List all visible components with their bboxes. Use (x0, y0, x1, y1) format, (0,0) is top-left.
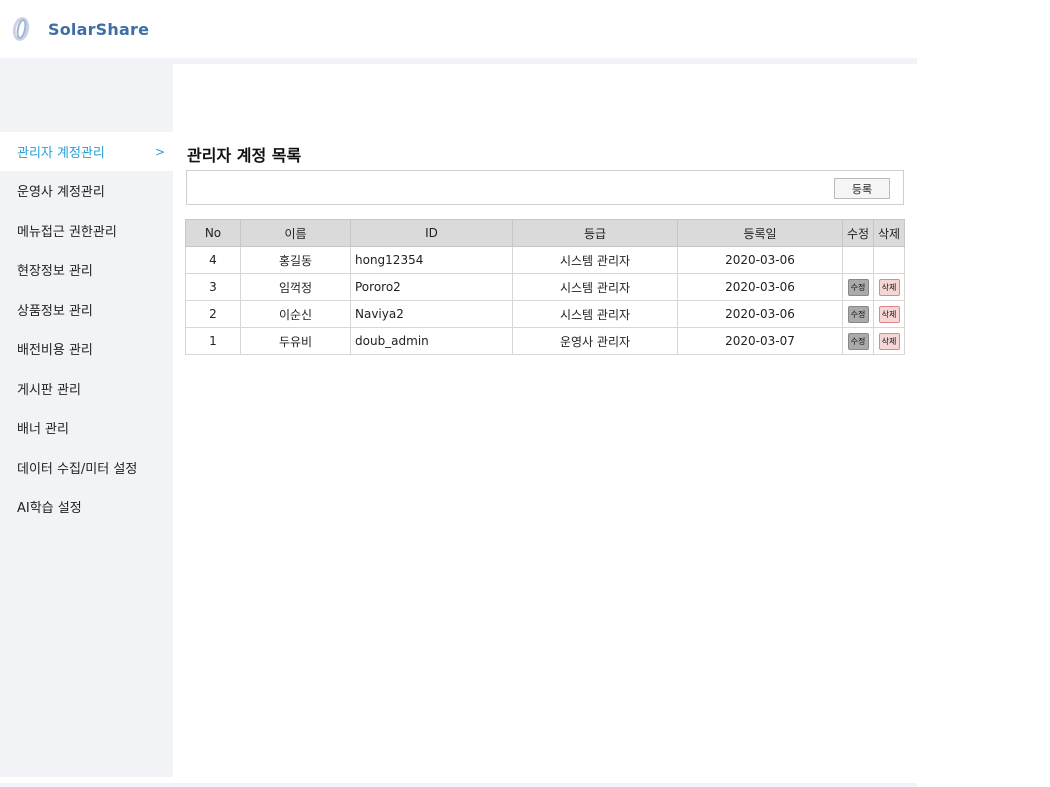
table-row[interactable]: 2 이순신 Naviya2 시스템 관리자 2020-03-06 수정 삭제 (185, 300, 905, 328)
admin-accounts-table: No 이름 ID 등급 등록일 수정 삭제 4 홍길동 hong12354 시스… (185, 219, 905, 355)
column-header-delete: 삭제 (873, 219, 905, 247)
chevron-right-icon: > (154, 144, 165, 159)
cell-date: 2020-03-06 (677, 273, 843, 301)
sidebar-item-label: 상품정보 관리 (17, 303, 93, 319)
action-bar: 등록 (186, 170, 904, 205)
cell-date: 2020-03-07 (677, 327, 843, 355)
cell-name: 두유비 (240, 327, 351, 355)
delete-button[interactable]: 삭제 (878, 278, 900, 296)
cell-name: 임꺽정 (240, 273, 351, 301)
cell-delete (873, 246, 905, 274)
column-header-id[interactable]: ID (350, 219, 513, 247)
sidebar-item-board[interactable]: 게시판 관리 (0, 369, 173, 409)
sidebar-item-banner[interactable]: 배너 관리 (0, 408, 173, 448)
sidebar-item-admin-accounts[interactable]: 관리자 계정관리 > (0, 132, 173, 171)
sidebar-item-label: 게시판 관리 (17, 382, 81, 398)
sidebar-item-data-meter[interactable]: 데이터 수집/미터 설정 (0, 448, 173, 488)
column-header-grade[interactable]: 등급 (512, 219, 678, 247)
brand-name: SolarShare (48, 19, 150, 39)
sidebar-item-label: AI학습 설정 (17, 501, 82, 517)
table-header-row: No 이름 ID 등급 등록일 수정 삭제 (185, 219, 905, 247)
sidebar-item-site-info[interactable]: 현장정보 관리 (0, 250, 173, 290)
cell-grade: 운영사 관리자 (512, 327, 678, 355)
page-title: 관리자 계정 목록 (187, 146, 302, 165)
sidebar-item-label: 관리자 계정관리 (17, 146, 105, 161)
column-header-no[interactable]: No (185, 219, 241, 247)
sidebar-item-label: 배전비용 관리 (17, 343, 93, 359)
sidebar-item-ai-training[interactable]: AI학습 설정 (0, 487, 173, 527)
table-row[interactable]: 3 임꺽정 Pororo2 시스템 관리자 2020-03-06 수정 삭제 (185, 273, 905, 301)
cell-id: Naviya2 (350, 300, 513, 328)
logo-icon (10, 15, 35, 43)
sidebar-item-label: 운영사 계정관리 (17, 185, 105, 201)
table-row[interactable]: 4 홍길동 hong12354 시스템 관리자 2020-03-06 (185, 246, 905, 274)
sidebar-item-label: 현장정보 관리 (17, 264, 93, 280)
cell-delete: 삭제 (873, 300, 905, 328)
cell-date: 2020-03-06 (677, 246, 843, 274)
cell-edit (842, 246, 874, 274)
sidebar-item-menu-permissions[interactable]: 메뉴접근 권한관리 (0, 211, 173, 251)
cell-date: 2020-03-06 (677, 300, 843, 328)
cell-id: Pororo2 (350, 273, 513, 301)
sidebar-item-distribution-cost[interactable]: 배전비용 관리 (0, 329, 173, 369)
cell-id: doub_admin (350, 327, 513, 355)
cell-delete: 삭제 (873, 327, 905, 355)
cell-no: 4 (185, 246, 241, 274)
logo[interactable]: SolarShare (10, 15, 150, 43)
sidebar-item-operator-accounts[interactable]: 운영사 계정관리 (0, 171, 173, 211)
edit-button[interactable]: 수정 (847, 278, 869, 296)
delete-button[interactable]: 삭제 (878, 305, 900, 323)
register-button[interactable]: 등록 (834, 178, 890, 199)
delete-button[interactable]: 삭제 (878, 332, 900, 350)
edit-button[interactable]: 수정 (847, 332, 869, 350)
column-header-edit: 수정 (842, 219, 874, 247)
cell-no: 1 (185, 327, 241, 355)
cell-edit: 수정 (842, 327, 874, 355)
sidebar-menu: 관리자 계정관리 > 운영사 계정관리 메뉴접근 권한관리 현장정보 관리 상품… (0, 132, 173, 527)
column-header-date[interactable]: 등록일 (677, 219, 843, 247)
sidebar-item-label: 배너 관리 (17, 422, 69, 438)
column-header-name[interactable]: 이름 (240, 219, 351, 247)
cell-edit: 수정 (842, 300, 874, 328)
cell-name: 홍길동 (240, 246, 351, 274)
cell-name: 이순신 (240, 300, 351, 328)
edit-button[interactable]: 수정 (847, 305, 869, 323)
sidebar-item-label: 데이터 수집/미터 설정 (17, 461, 138, 477)
cell-edit: 수정 (842, 273, 874, 301)
sidebar-item-product-info[interactable]: 상품정보 관리 (0, 290, 173, 330)
cell-grade: 시스템 관리자 (512, 300, 678, 328)
footer-divider (0, 783, 917, 787)
top-bar: SolarShare (0, 0, 1050, 58)
cell-id: hong12354 (350, 246, 513, 274)
cell-no: 3 (185, 273, 241, 301)
cell-no: 2 (185, 300, 241, 328)
sidebar-item-label: 메뉴접근 권한관리 (17, 224, 117, 240)
cell-delete: 삭제 (873, 273, 905, 301)
table-row[interactable]: 1 두유비 doub_admin 운영사 관리자 2020-03-07 수정 삭… (185, 327, 905, 355)
cell-grade: 시스템 관리자 (512, 273, 678, 301)
cell-grade: 시스템 관리자 (512, 246, 678, 274)
